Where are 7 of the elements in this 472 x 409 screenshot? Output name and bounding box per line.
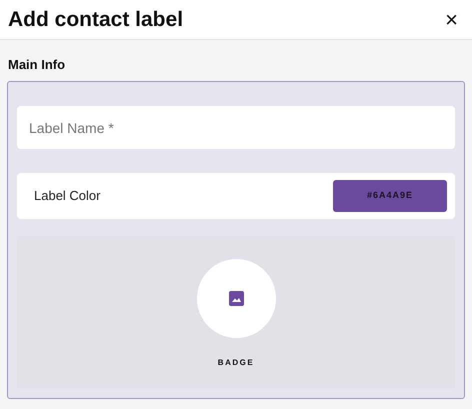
- badge-label: BADGE: [218, 357, 254, 369]
- close-button[interactable]: ×: [445, 8, 458, 30]
- dialog-title: Add contact label: [8, 9, 184, 30]
- label-color-text: Label Color: [34, 187, 100, 206]
- image-icon: [228, 291, 244, 306]
- section-title: Main Info: [7, 58, 66, 71]
- label-name-field[interactable]: Label Name *: [17, 106, 455, 149]
